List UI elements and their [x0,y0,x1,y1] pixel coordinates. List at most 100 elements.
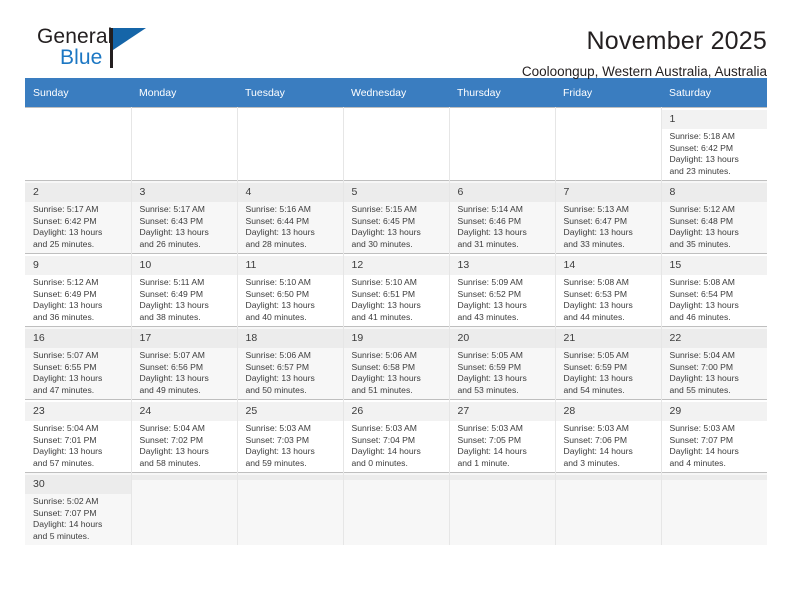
day-sun-info: Sunrise: 5:05 AM Sunset: 6:59 PM Daylight:… [556,348,661,396]
calendar-day-cell[interactable]: 5 Sunrise: 5:15 AM Sunset: 6:45 PM Daylight… [343,180,450,254]
sunset-text: Sunset: 7:01 PM [33,434,97,445]
sunrise-text: Sunrise: 5:08 AM [563,277,629,287]
daylight-text-line2: and 30 minutes. [351,238,413,249]
calendar-day-cell[interactable]: 18 Sunrise: 5:06 AM Sunset: 6:57 PM Dayligh… [237,326,344,400]
calendar-day-cell[interactable]: 24 Sunrise: 5:04 AM Sunset: 7:02 PM Dayligh… [131,399,238,473]
calendar-day-cell[interactable]: 8 Sunrise: 5:12 AM Sunset: 6:48 PM Daylight… [661,180,768,254]
sunrise-text: Sunrise: 5:13 AM [563,204,629,214]
daylight-text-line1: Daylight: 13 hours [33,373,103,384]
calendar-day-cell[interactable]: 12 Sunrise: 5:10 AM Sunset: 6:51 PM Dayligh… [343,253,450,327]
calendar-day-cell[interactable]: 6 Sunrise: 5:14 AM Sunset: 6:46 PM Daylight… [449,180,556,254]
calendar-day-cell[interactable]: 28 Sunrise: 5:03 AM Sunset: 7:06 PM Dayligh… [555,399,662,473]
daylight-text-line2: and 46 minutes. [669,311,731,322]
day-sun-info: Sunrise: 5:16 AM Sunset: 6:44 PM Daylight:… [238,202,343,250]
day-number: 19 [343,329,448,348]
day-sun-info: Sunrise: 5:12 AM Sunset: 6:48 PM Daylight:… [662,202,768,250]
calendar-day-cell[interactable]: 15 Sunrise: 5:08 AM Sunset: 6:54 PM Dayligh… [661,253,767,327]
sunrise-text: Sunrise: 5:03 AM [669,423,735,433]
sunrise-text: Sunrise: 5:18 AM [669,131,735,141]
daylight-text-line1: Daylight: 14 hours [33,519,103,530]
day-cell-inner: 9 Sunrise: 5:12 AM Sunset: 6:49 PM Daylight… [25,255,130,324]
calendar-day-cell[interactable]: 25 Sunrise: 5:03 AM Sunset: 7:03 PM Dayligh… [237,399,344,473]
sunrise-text: Sunrise: 5:06 AM [245,350,311,360]
day-number [555,475,660,480]
calendar-day-cell[interactable]: 10 Sunrise: 5:11 AM Sunset: 6:49 PM Dayligh… [131,253,238,327]
sunrise-text: Sunrise: 5:10 AM [245,277,311,287]
calendar-day-cell[interactable]: 26 Sunrise: 5:03 AM Sunset: 7:04 PM Dayligh… [343,399,450,473]
day-cell-inner: 6 Sunrise: 5:14 AM Sunset: 6:46 PM Daylight… [449,182,554,251]
day-cell-inner: 27 Sunrise: 5:03 AM Sunset: 7:05 PM Dayligh… [449,401,555,470]
calendar-day-cell[interactable]: 13 Sunrise: 5:09 AM Sunset: 6:52 PM Dayligh… [449,253,556,327]
sunset-text: Sunset: 6:59 PM [563,361,628,372]
day-sun-info: Sunrise: 5:04 AM Sunset: 7:01 PM Daylight:… [25,421,130,469]
calendar-day-cell[interactable]: 9 Sunrise: 5:12 AM Sunset: 6:49 PM Daylight… [25,253,132,327]
day-cell-inner [449,473,554,480]
sunrise-text: Sunrise: 5:17 AM [139,204,205,214]
calendar-day-cell[interactable]: 3 Sunrise: 5:17 AM Sunset: 6:43 PM Daylight… [131,180,238,254]
day-sun-info: Sunrise: 5:06 AM Sunset: 6:58 PM Daylight:… [344,348,449,396]
day-cell-inner [344,109,449,116]
daylight-text-line2: and 59 minutes. [245,457,307,468]
daylight-text-line1: Daylight: 13 hours [351,373,421,384]
brand-logo[interactable]: General Blue [25,26,175,82]
day-cell-inner: 10 Sunrise: 5:11 AM Sunset: 6:49 PM Dayligh… [131,255,236,324]
calendar-day-cell[interactable]: 2 Sunrise: 5:17 AM Sunset: 6:42 PM Daylight… [25,180,132,254]
weekday-header-saturday: Saturday [661,78,767,108]
day-cell-inner: 20 Sunrise: 5:05 AM Sunset: 6:59 PM Dayligh… [449,328,554,397]
daylight-text-line2: and 53 minutes. [457,384,519,395]
day-cell-inner: 4 Sunrise: 5:16 AM Sunset: 6:44 PM Daylight… [237,182,343,251]
calendar-day-cell[interactable]: 27 Sunrise: 5:03 AM Sunset: 7:05 PM Dayligh… [449,399,556,473]
brand-name-top: General [37,25,113,48]
day-number: 16 [25,329,130,348]
sunrise-text: Sunrise: 5:03 AM [563,423,629,433]
calendar-day-cell[interactable]: 22 Sunrise: 5:04 AM Sunset: 7:00 PM Dayligh… [661,326,767,400]
day-sun-info: Sunrise: 5:13 AM Sunset: 6:47 PM Daylight:… [556,202,661,250]
daylight-text-line1: Daylight: 13 hours [563,300,633,311]
daylight-text-line2: and 57 minutes. [33,457,95,468]
daylight-text-line2: and 28 minutes. [245,238,307,249]
daylight-text-line1: Daylight: 14 hours [563,446,633,457]
day-cell-inner: 29 Sunrise: 5:03 AM Sunset: 7:07 PM Dayligh… [661,401,767,470]
daylight-text-line1: Daylight: 13 hours [33,300,103,311]
day-number: 8 [661,183,767,202]
calendar-day-cell[interactable]: 19 Sunrise: 5:06 AM Sunset: 6:58 PM Dayligh… [343,326,450,400]
daylight-text-line2: and 33 minutes. [563,238,625,249]
day-cell-inner: 23 Sunrise: 5:04 AM Sunset: 7:01 PM Dayligh… [25,401,130,470]
day-cell-inner [131,473,236,480]
day-sun-info: Sunrise: 5:07 AM Sunset: 6:56 PM Daylight:… [132,348,237,396]
daylight-text-line1: Daylight: 13 hours [139,300,209,311]
calendar-day-cell-empty [25,107,132,181]
calendar-day-cell[interactable]: 17 Sunrise: 5:07 AM Sunset: 6:56 PM Dayligh… [131,326,238,400]
calendar-day-cell[interactable]: 4 Sunrise: 5:16 AM Sunset: 6:44 PM Daylight… [237,180,344,254]
calendar-day-cell[interactable]: 16 Sunrise: 5:07 AM Sunset: 6:55 PM Dayligh… [25,326,132,400]
day-sun-info: Sunrise: 5:17 AM Sunset: 6:42 PM Daylight:… [25,202,130,250]
day-number [343,475,448,480]
day-sun-info: Sunrise: 5:03 AM Sunset: 7:05 PM Daylight:… [450,421,555,469]
calendar-day-cell[interactable]: 7 Sunrise: 5:13 AM Sunset: 6:47 PM Daylight… [555,180,662,254]
calendar-day-cell[interactable]: 23 Sunrise: 5:04 AM Sunset: 7:01 PM Dayligh… [25,399,132,473]
daylight-text-line2: and 43 minutes. [457,311,519,322]
daylight-text-line1: Daylight: 13 hours [457,300,527,311]
day-number: 22 [661,329,767,348]
daylight-text-line2: and 41 minutes. [351,311,413,322]
daylight-text-line1: Daylight: 13 hours [669,300,739,311]
sunset-text: Sunset: 6:49 PM [33,288,97,299]
sunrise-text: Sunrise: 5:04 AM [669,350,735,360]
calendar-day-cell[interactable]: 11 Sunrise: 5:10 AM Sunset: 6:50 PM Dayligh… [237,253,344,327]
calendar-day-cell-empty [237,472,344,545]
calendar-day-cell[interactable]: 29 Sunrise: 5:03 AM Sunset: 7:07 PM Dayligh… [661,399,767,473]
calendar-day-cell[interactable]: 21 Sunrise: 5:05 AM Sunset: 6:59 PM Dayligh… [555,326,662,400]
calendar-day-cell[interactable]: 30 Sunrise: 5:02 AM Sunset: 7:07 PM Dayligh… [25,472,132,545]
sunrise-text: Sunrise: 5:17 AM [33,204,99,214]
day-number: 7 [555,183,660,202]
daylight-text-line2: and 58 minutes. [139,457,201,468]
day-cell-inner: 16 Sunrise: 5:07 AM Sunset: 6:55 PM Dayligh… [25,328,130,397]
calendar-day-cell-empty [661,472,767,545]
sunset-text: Sunset: 6:46 PM [457,215,522,226]
day-sun-info: Sunrise: 5:04 AM Sunset: 7:02 PM Daylight:… [132,421,237,469]
calendar-day-cell[interactable]: 1 Sunrise: 5:18 AM Sunset: 6:42 PM Daylight… [661,107,767,181]
calendar-day-cell[interactable]: 20 Sunrise: 5:05 AM Sunset: 6:59 PM Dayligh… [449,326,556,400]
sunset-text: Sunset: 7:07 PM [669,434,734,445]
daylight-text-line2: and 31 minutes. [457,238,519,249]
calendar-day-cell[interactable]: 14 Sunrise: 5:08 AM Sunset: 6:53 PM Dayligh… [555,253,662,327]
